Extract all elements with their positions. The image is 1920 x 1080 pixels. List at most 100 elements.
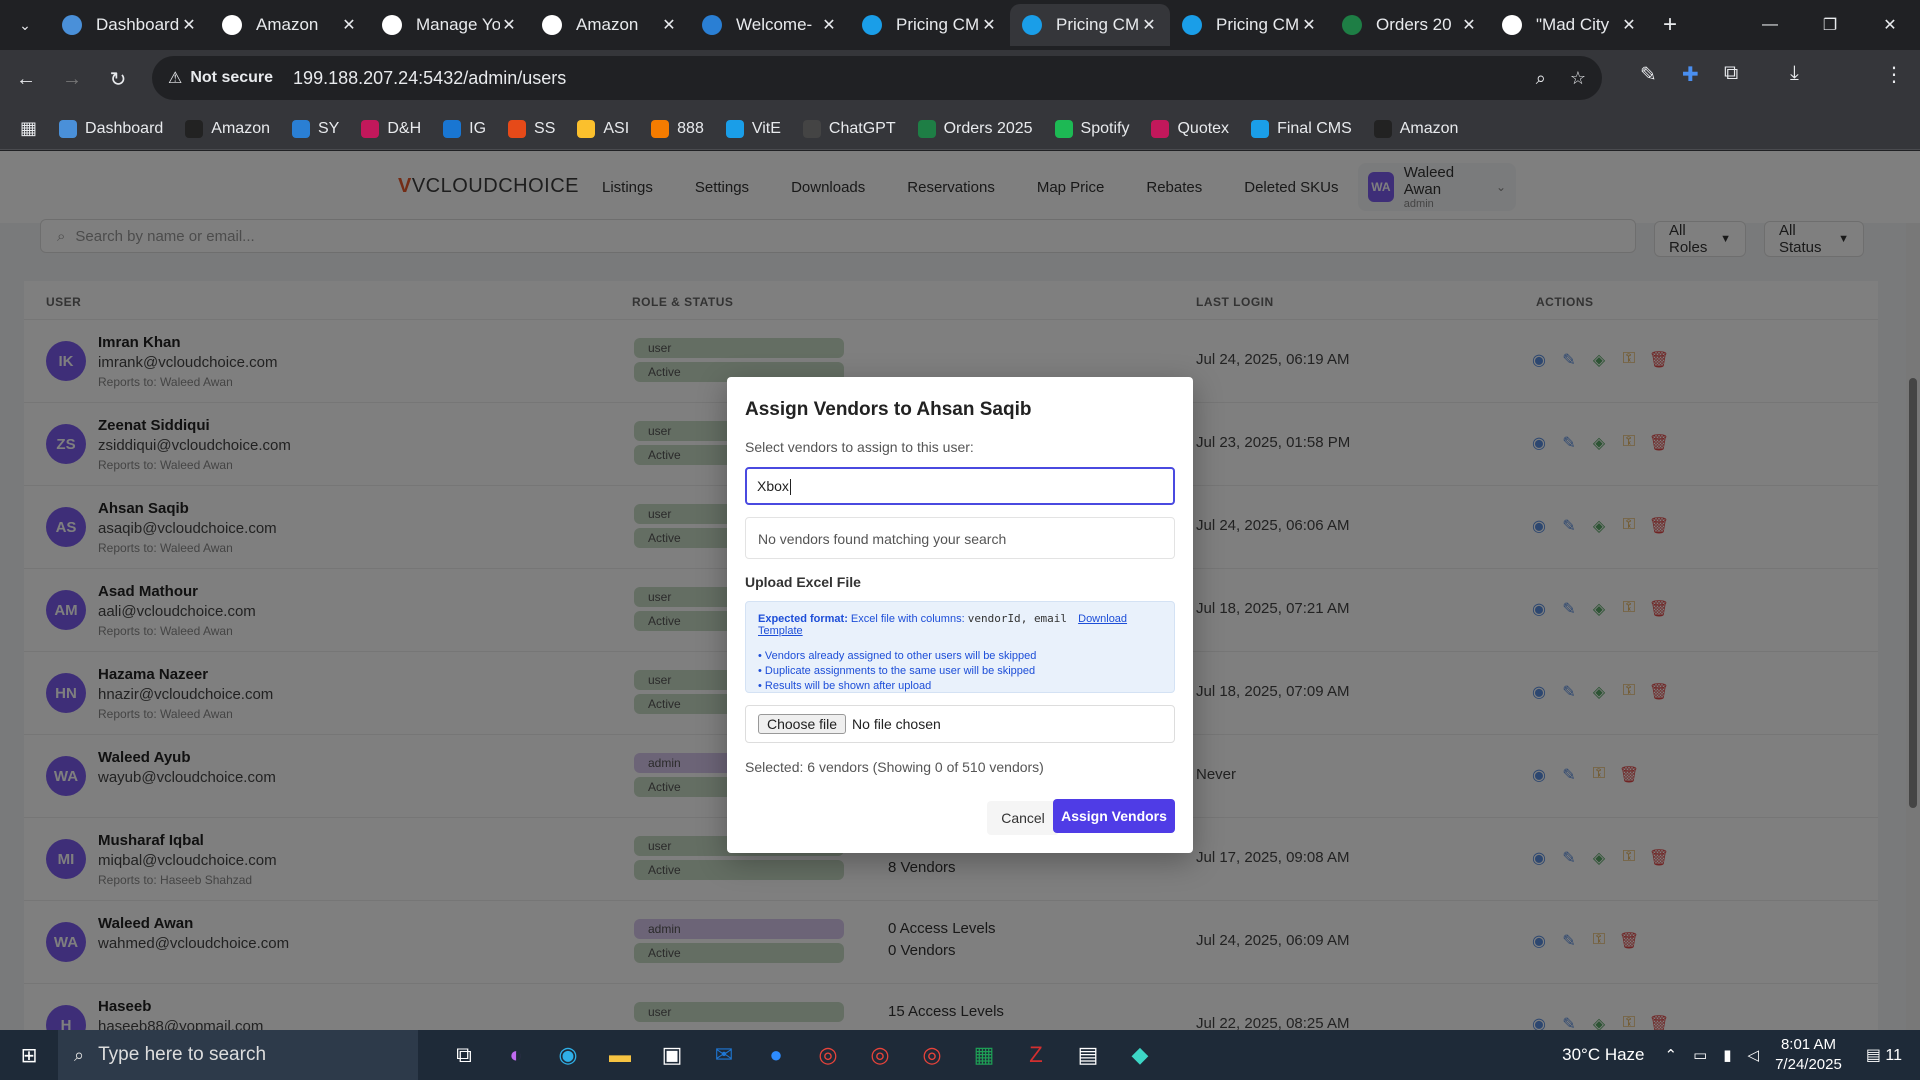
- task-view-icon[interactable]: ⧉: [438, 1030, 490, 1080]
- bookmark-item[interactable]: IG: [443, 119, 486, 138]
- assign-vendors-dialog: Assign Vendors to Ahsan Saqib Select ven…: [727, 377, 1193, 853]
- file-input[interactable]: Choose file No file chosen: [745, 705, 1175, 743]
- bookmark-label: SS: [534, 119, 556, 137]
- close-tab-icon[interactable]: ✕: [980, 15, 998, 35]
- zoom-icon[interactable]: ⌕: [1536, 68, 1546, 89]
- tab-search-icon[interactable]: ⌄: [0, 0, 50, 50]
- bookmark-item[interactable]: 888: [651, 119, 704, 138]
- back-icon[interactable]: ←: [6, 59, 46, 99]
- bookmark-favicon: [292, 119, 310, 138]
- tab-title: Manage Yo: [416, 15, 500, 34]
- bookmark-item[interactable]: ChatGPT: [802, 119, 896, 138]
- close-tab-icon[interactable]: ✕: [1460, 15, 1478, 35]
- bookmark-item[interactable]: VitE: [725, 119, 781, 138]
- selected-count: Selected: 6 vendors (Showing 0 of 510 ve…: [745, 759, 1044, 775]
- extension-icon[interactable]: ✎: [1640, 62, 1657, 87]
- chrome-icon[interactable]: ◎: [906, 1030, 958, 1080]
- browser-tab[interactable]: Pricing CM ✕: [1010, 4, 1170, 46]
- tab-title: Amazon: [256, 15, 319, 34]
- weather-widget[interactable]: 30°C Haze: [1562, 1045, 1644, 1065]
- expected-format-label: Expected format:: [758, 613, 848, 625]
- browser-tab[interactable]: Amazon ✕: [210, 4, 370, 46]
- minimize-icon[interactable]: —: [1740, 0, 1800, 50]
- bookmark-item[interactable]: Quotex: [1151, 119, 1229, 138]
- tab-title: Pricing CM: [1216, 15, 1300, 34]
- apps-grid-icon[interactable]: ▦: [20, 118, 37, 139]
- bookmark-item[interactable]: SY: [292, 119, 339, 138]
- bookmark-item[interactable]: Dashboard: [59, 119, 163, 138]
- zoom-app-icon[interactable]: ●: [750, 1030, 802, 1080]
- filezilla-icon[interactable]: Z: [1010, 1030, 1062, 1080]
- close-tab-icon[interactable]: ✕: [820, 15, 838, 35]
- chevron-up-icon[interactable]: ⌃: [1665, 1046, 1678, 1064]
- calculator-icon[interactable]: ▤: [1062, 1030, 1114, 1080]
- bookmark-favicon: [577, 119, 596, 138]
- browser-tab[interactable]: Amazon ✕: [530, 4, 690, 46]
- bookmark-item[interactable]: Final CMS: [1251, 119, 1352, 138]
- battery-icon[interactable]: ▮: [1723, 1046, 1731, 1064]
- address-bar[interactable]: ⚠ Not secure 199.188.207.24:5432/admin/u…: [152, 56, 1602, 100]
- copilot-icon[interactable]: ◐: [490, 1030, 542, 1080]
- assign-vendors-button[interactable]: Assign Vendors: [1053, 799, 1175, 833]
- url-text[interactable]: 199.188.207.24:5432/admin/users: [293, 68, 1512, 89]
- browser-tab[interactable]: Pricing CM ✕: [1170, 4, 1330, 46]
- taskbar-search[interactable]: ⌕ Type here to search: [58, 1030, 418, 1080]
- bookmark-item[interactable]: ASI: [577, 119, 629, 138]
- clock-time: 8:01 AM: [1780, 1036, 1836, 1053]
- chrome-icon[interactable]: ◎: [854, 1030, 906, 1080]
- info-bullet: • Vendors already assigned to other user…: [758, 650, 1037, 662]
- forward-icon[interactable]: →: [52, 59, 92, 99]
- close-tab-icon[interactable]: ✕: [660, 15, 678, 35]
- edge-icon[interactable]: ◉: [542, 1030, 594, 1080]
- close-tab-icon[interactable]: ✕: [340, 15, 358, 35]
- extension-icon[interactable]: ✚: [1682, 62, 1699, 87]
- download-icon[interactable]: ⤓: [1790, 62, 1799, 85]
- bookmark-item[interactable]: D&H: [361, 119, 421, 138]
- browser-tab-strip: ⌄ Dashboard ✕ Amazon ✕ Manage Yo ✕ Amazon ✕ Welc…: [0, 0, 1920, 50]
- browser-tab[interactable]: Manage Yo ✕: [370, 4, 530, 46]
- tab-title: Orders 20: [1376, 15, 1452, 34]
- store-icon[interactable]: ▣: [646, 1030, 698, 1080]
- vendor-list-empty: No vendors found matching your search: [745, 517, 1175, 559]
- browser-tab[interactable]: Dashboard ✕: [50, 4, 210, 46]
- bookmark-item[interactable]: Amazon: [1373, 119, 1458, 138]
- browser-tab[interactable]: Orders 20 ✕: [1330, 4, 1490, 46]
- network-icon[interactable]: ▭: [1693, 1046, 1707, 1064]
- notifications-icon[interactable]: ▤ 11: [1866, 1045, 1902, 1065]
- windows-start-icon[interactable]: ⊞: [0, 1030, 58, 1080]
- menu-icon[interactable]: ⋮: [1884, 62, 1904, 87]
- excel-icon[interactable]: ▦: [958, 1030, 1010, 1080]
- volume-icon[interactable]: ◁: [1748, 1046, 1760, 1064]
- close-tab-icon[interactable]: ✕: [180, 15, 198, 35]
- restore-icon[interactable]: ❐: [1800, 0, 1860, 50]
- bookmark-item[interactable]: Amazon: [185, 119, 270, 138]
- app-icon[interactable]: ◆: [1114, 1030, 1166, 1080]
- file-explorer-icon[interactable]: ▬: [594, 1030, 646, 1080]
- clock[interactable]: 8:01 AM 7/24/2025: [1775, 1035, 1842, 1075]
- vendor-search-value: Xbox: [757, 478, 789, 494]
- outlook-icon[interactable]: ✉: [698, 1030, 750, 1080]
- upload-info-box: Expected format: Excel file with columns…: [745, 601, 1175, 693]
- bookmark-item[interactable]: SS: [508, 119, 556, 138]
- vendor-search-input[interactable]: Xbox: [745, 467, 1175, 505]
- close-window-icon[interactable]: ✕: [1860, 0, 1920, 50]
- close-tab-icon[interactable]: ✕: [500, 15, 518, 35]
- bookmark-label: ChatGPT: [828, 119, 896, 137]
- new-tab-button[interactable]: +: [1650, 4, 1690, 46]
- bookmark-star-icon[interactable]: ☆: [1570, 68, 1586, 89]
- bookmark-item[interactable]: Spotify: [1054, 119, 1129, 138]
- browser-tab[interactable]: Pricing CM ✕: [850, 4, 1010, 46]
- cancel-button[interactable]: Cancel: [987, 801, 1059, 835]
- window-controls: — ❐ ✕: [1740, 0, 1920, 50]
- close-tab-icon[interactable]: ✕: [1620, 15, 1638, 35]
- reload-icon[interactable]: ↻: [98, 59, 138, 99]
- close-tab-icon[interactable]: ✕: [1300, 15, 1318, 35]
- browser-tab[interactable]: "Mad City ✕: [1490, 4, 1650, 46]
- browser-tab[interactable]: Welcome- ✕: [690, 4, 850, 46]
- chrome-icon[interactable]: ◎: [802, 1030, 854, 1080]
- extensions-puzzle-icon[interactable]: ⧉: [1724, 62, 1738, 85]
- choose-file-button[interactable]: Choose file: [758, 714, 847, 734]
- bookmark-item[interactable]: Orders 2025: [917, 119, 1033, 138]
- close-tab-icon[interactable]: ✕: [1140, 15, 1158, 35]
- tab-title: Dashboard: [96, 15, 180, 34]
